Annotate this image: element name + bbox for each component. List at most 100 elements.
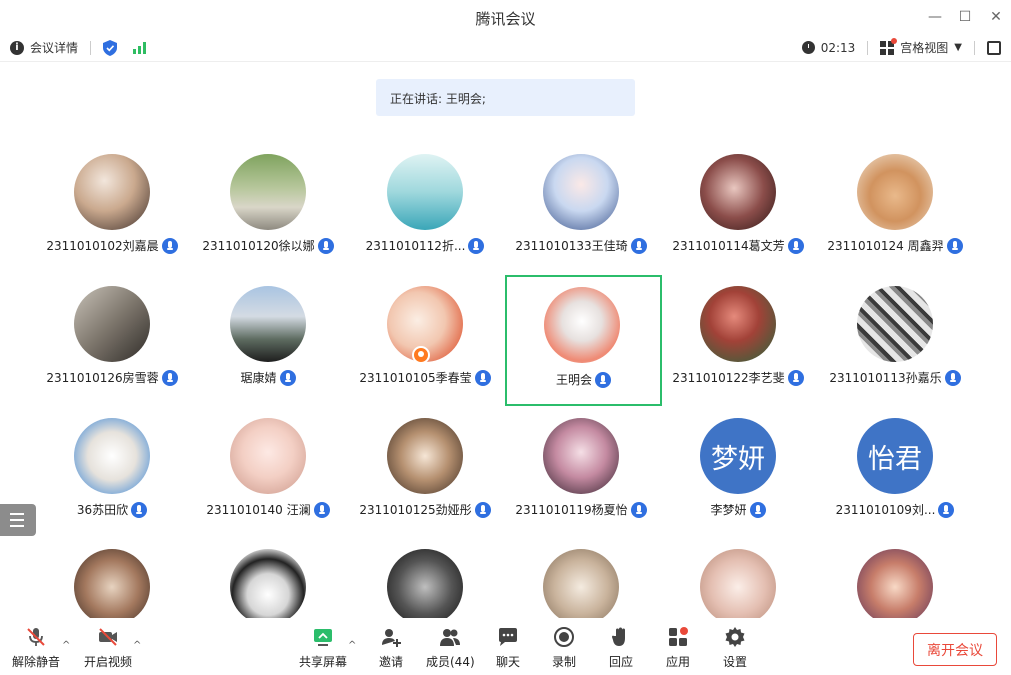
members-button[interactable]: 成员(44)	[426, 626, 475, 670]
participant-tile[interactable]: 2311010102刘嘉晨	[34, 146, 190, 276]
mic-icon	[161, 369, 178, 386]
share-screen-button[interactable]: 共享屏幕	[299, 626, 347, 670]
participant-name: 2311010125劲娅彤	[359, 503, 472, 517]
mic-icon	[938, 501, 955, 518]
participant-tile[interactable]	[34, 541, 190, 618]
grid-view-icon[interactable]	[880, 37, 898, 55]
participant-tile[interactable]: 2311010113孙嘉乐	[817, 278, 973, 408]
participant-tile[interactable]: 2311010126房雪蓉	[34, 278, 190, 408]
participant-tile[interactable]: 怡君 2311010109刘...	[817, 410, 973, 540]
react-button[interactable]: 回应	[609, 626, 633, 670]
close-icon[interactable]: ✕	[985, 6, 1007, 28]
participant-tile[interactable]: 2311010120徐以娜	[190, 146, 346, 276]
mic-muted-icon	[27, 628, 45, 646]
avatar	[230, 286, 306, 362]
avatar	[857, 286, 933, 362]
start-video-button[interactable]: 开启视频	[84, 626, 132, 670]
participant-name: 2311010120徐以娜	[202, 239, 315, 253]
participant-tile[interactable]: 2311010133王佳琦	[503, 146, 659, 276]
participant-name: 2311010124 周鑫羿	[827, 239, 944, 253]
participant-tile[interactable]: 36苏田欣	[34, 410, 190, 540]
fullscreen-icon[interactable]	[987, 40, 1001, 55]
chevron-up-icon[interactable]: ^	[62, 640, 70, 651]
info-icon[interactable]: i	[10, 40, 24, 55]
chevron-down-icon[interactable]: ▼	[954, 42, 962, 53]
participant-name: 2311010113孙嘉乐	[829, 371, 942, 385]
participant-tile[interactable]: 2311010124 周鑫羿	[817, 146, 973, 276]
meeting-timer: 02:13	[820, 40, 856, 55]
meeting-details-link[interactable]: 会议详情	[30, 39, 78, 56]
participant-tile[interactable]: 2311010112折...	[347, 146, 503, 276]
avatar	[857, 154, 933, 230]
participant-name: 2311010119杨夏怡	[515, 503, 628, 517]
participant-name: 王明会	[555, 373, 592, 387]
avatar	[74, 154, 150, 230]
participant-tile[interactable]: 梦妍 李梦妍	[660, 410, 816, 540]
participant-tile[interactable]: 2311010125劲娅彤	[347, 410, 503, 540]
invite-label: 邀请	[379, 655, 404, 669]
settings-button[interactable]: 设置	[723, 626, 747, 670]
apps-label: 应用	[666, 655, 691, 669]
react-label: 回应	[609, 655, 634, 669]
participant-tile[interactable]: 2311010122李艺斐	[660, 278, 816, 408]
unmute-button[interactable]: 解除静音	[12, 626, 60, 670]
avatar	[700, 549, 776, 618]
mic-icon	[313, 501, 330, 518]
window-title: 腾讯会议	[475, 10, 536, 28]
avatar: 怡君	[857, 418, 933, 494]
active-speaker-tile[interactable]: 王明会	[505, 275, 662, 406]
signal-strength-icon[interactable]	[133, 41, 147, 54]
record-label: 录制	[552, 655, 577, 669]
avatar	[543, 549, 619, 618]
gear-icon	[725, 627, 745, 647]
mic-icon	[787, 237, 804, 254]
chat-label: 聊天	[496, 655, 521, 669]
maximize-icon[interactable]: ☐	[954, 6, 976, 28]
avatar	[74, 549, 150, 618]
participant-name: 2311010122李艺斐	[672, 371, 785, 385]
participant-name: 李梦妍	[710, 503, 747, 517]
participant-tile[interactable]: 2311010114葛文芳	[660, 146, 816, 276]
members-icon	[440, 629, 461, 646]
add-user-icon	[382, 629, 401, 647]
meeting-toolbar: 解除静音 ^ 开启视频 ^ 共享屏幕 ^ 邀请 成员(44) 聊天 录制 回应 …	[0, 618, 1011, 675]
side-panel-toggle-icon[interactable]	[0, 504, 36, 536]
chat-icon	[499, 628, 517, 646]
avatar	[230, 549, 306, 618]
mic-icon	[630, 501, 647, 518]
mic-icon	[946, 237, 963, 254]
avatar	[700, 154, 776, 230]
mic-icon	[474, 501, 491, 518]
participant-tile[interactable]	[190, 541, 346, 618]
chat-button[interactable]: 聊天	[496, 626, 520, 670]
chevron-up-icon[interactable]: ^	[348, 640, 356, 651]
mic-icon	[474, 369, 491, 386]
mic-icon	[944, 369, 961, 386]
avatar	[543, 154, 619, 230]
mic-icon	[131, 501, 148, 518]
view-mode-selector[interactable]: 宫格视图	[900, 39, 948, 56]
leave-meeting-button[interactable]: 离开会议	[913, 633, 997, 666]
mic-icon	[317, 237, 334, 254]
apps-button[interactable]: 应用	[666, 626, 690, 670]
invite-button[interactable]: 邀请	[379, 626, 403, 670]
participant-name: 2311010102刘嘉晨	[46, 239, 159, 253]
apps-icon	[669, 627, 688, 646]
avatar	[700, 286, 776, 362]
participant-tile[interactable]: 琚康婧	[190, 278, 346, 408]
record-button[interactable]: 录制	[552, 626, 576, 670]
host-badge-icon	[412, 346, 430, 364]
participant-tile[interactable]	[660, 541, 816, 618]
clock-icon	[801, 41, 815, 54]
participant-tile[interactable]	[503, 541, 659, 618]
share-screen-label: 共享屏幕	[299, 655, 348, 669]
hand-icon	[612, 627, 625, 646]
participant-tile[interactable]	[347, 541, 503, 618]
minimize-icon[interactable]: —	[924, 6, 946, 28]
participant-tile[interactable]: 2311010119杨夏怡	[503, 410, 659, 540]
participant-tile[interactable]: 2311010105季春莹	[347, 278, 503, 408]
participant-tile[interactable]: 2311010140 汪澜	[190, 410, 346, 540]
shield-icon[interactable]	[103, 39, 118, 56]
participant-tile[interactable]	[817, 541, 973, 618]
chevron-up-icon[interactable]: ^	[133, 640, 141, 651]
